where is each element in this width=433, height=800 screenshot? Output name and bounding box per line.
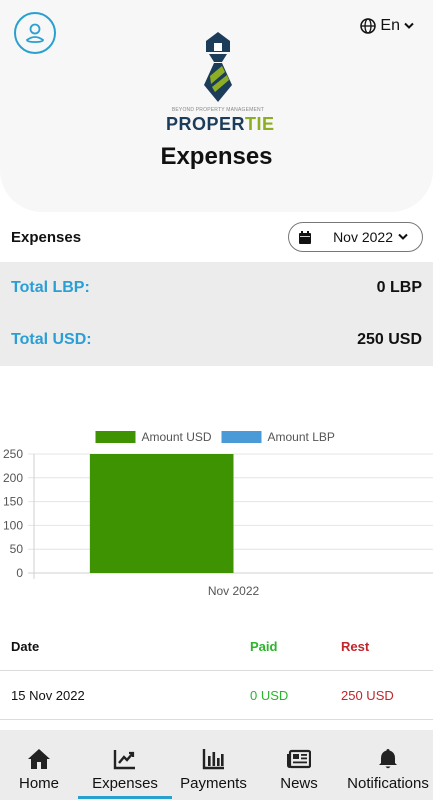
total-usd-value: 250 USD — [357, 331, 422, 348]
total-lbp-value: 0 LBP — [376, 279, 422, 296]
selected-month: Nov 2022 — [333, 229, 393, 245]
bell-icon — [379, 749, 397, 769]
bottom-navigation: Home Expenses Payments News Notification… — [0, 730, 433, 800]
y-tick-label: 50 — [10, 542, 24, 556]
header: En BEYOND PROPERTY MANAGEMENT PROPERTIE … — [0, 0, 433, 212]
total-lbp-row: Total LBP: 0 LBP — [0, 262, 433, 314]
legend-label: Amount USD — [142, 430, 212, 444]
nav-item-home[interactable]: Home — [0, 730, 78, 800]
propertie-logo: BEYOND PROPERTY MANAGEMENT PROPERTIE — [166, 30, 274, 134]
y-tick-label: 100 — [3, 518, 23, 532]
nav-item-notifications[interactable]: Notifications — [343, 730, 433, 800]
table-header-date: Date — [11, 639, 40, 654]
globe-icon — [360, 18, 377, 34]
legend-swatch — [221, 431, 262, 443]
y-tick-label: 200 — [3, 471, 23, 485]
section-label: Expenses — [11, 229, 82, 246]
x-tick-label: Nov 2022 — [208, 584, 260, 598]
newspaper-icon — [287, 749, 311, 769]
user-icon — [26, 23, 44, 43]
table-cell-rest: 250 USD — [341, 688, 394, 703]
nav-item-expenses[interactable]: Expenses — [78, 730, 172, 800]
chevron-down-icon — [404, 22, 414, 29]
profile-button[interactable] — [14, 12, 56, 54]
table-header-paid: Paid — [250, 639, 278, 654]
y-tick-label: 150 — [3, 495, 23, 509]
nav-label: Expenses — [92, 775, 158, 792]
chevron-down-icon — [398, 233, 408, 240]
month-picker[interactable]: Nov 2022 — [288, 222, 423, 252]
expenses-bar-chart: 0 50 100 150 200 250 Nov 2022 Amount USD Amount … — [3, 430, 433, 598]
bar-amount-usd — [89, 454, 234, 573]
table-divider — [0, 719, 433, 720]
y-tick-label: 0 — [16, 566, 23, 580]
table-header-rest: Rest — [341, 639, 370, 654]
calendar-icon — [299, 230, 311, 244]
nav-label: Payments — [180, 775, 247, 792]
bar-chart-icon — [202, 749, 224, 770]
total-usd-label: Total USD: — [11, 331, 92, 348]
tie-logo-icon — [204, 32, 232, 102]
home-icon — [28, 749, 50, 769]
table-cell-date: 15 Nov 2022 — [11, 688, 85, 703]
logo-brand: PROPERTIE — [166, 114, 274, 135]
legend-swatch — [95, 431, 136, 443]
table-cell-paid: 0 USD — [250, 688, 289, 703]
total-usd-row: Total USD: 250 USD — [0, 314, 433, 366]
page-title: Expenses — [160, 143, 273, 170]
logo-tagline: BEYOND PROPERTY MANAGEMENT — [171, 107, 265, 113]
legend-label: Amount LBP — [268, 430, 335, 444]
chart-icon — [113, 750, 135, 770]
table-divider — [0, 670, 433, 671]
nav-label: Home — [18, 775, 59, 792]
nav-label: Notifications — [347, 775, 429, 792]
y-tick-label: 250 — [3, 447, 23, 461]
nav-label: News — [280, 775, 318, 792]
language-label: En — [380, 17, 400, 34]
logo-brand-accent: TIE — [245, 114, 275, 134]
totals-panel: Total LBP: 0 LBP Total USD: 250 USD — [0, 262, 433, 366]
logo-brand-main: PROPER — [166, 114, 246, 134]
nav-item-payments[interactable]: Payments — [172, 730, 255, 800]
nav-item-news[interactable]: News — [255, 730, 343, 800]
language-selector[interactable]: En — [360, 17, 414, 35]
total-lbp-label: Total LBP: — [11, 279, 90, 296]
